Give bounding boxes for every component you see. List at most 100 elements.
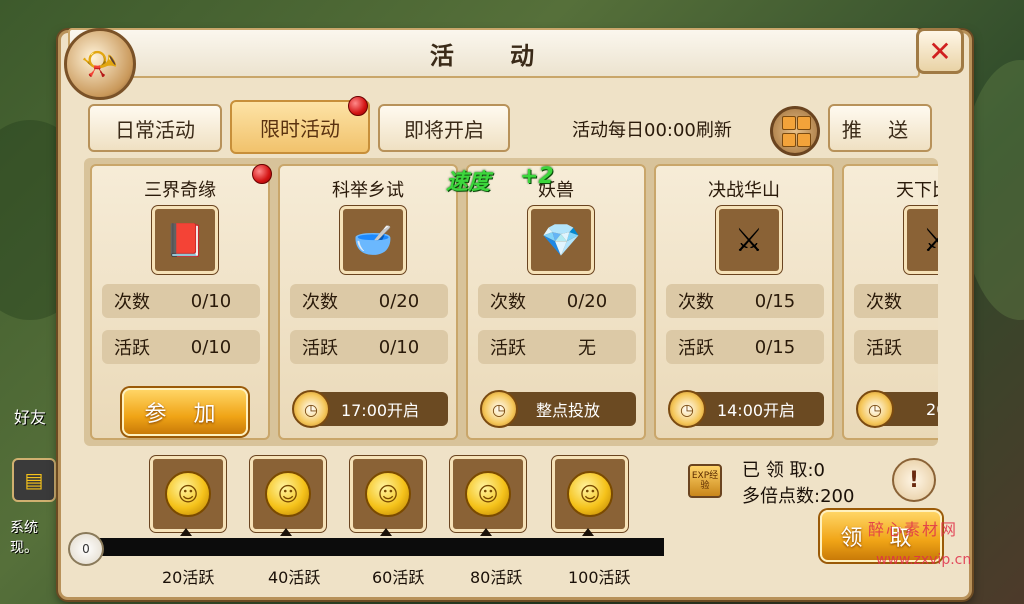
claimed-count: 已 领 取:0 [742, 460, 825, 481]
activity-card[interactable]: 决战华山 ⚔ 次数 0/15 活跃 0/15 14:00开启 ◷ [654, 164, 834, 440]
active-value: 0/10 [378, 336, 420, 358]
clock-icon: ◷ [480, 390, 518, 428]
exclamation-icon: ! [908, 467, 920, 493]
info-button[interactable]: ! [892, 458, 936, 502]
active-row: 活跃 0/10 [290, 330, 448, 364]
tier-label: 80活跃 [470, 568, 523, 587]
active-label: 活跃 [490, 338, 526, 359]
tier-marker [582, 528, 594, 536]
coin-icon: ☺ [365, 471, 411, 517]
tier-marker [480, 528, 492, 536]
count-value: 0/20 [566, 290, 608, 312]
tab-upcoming[interactable]: 即将开启 [378, 104, 510, 152]
active-label: 活跃 [302, 338, 338, 359]
active-label: 活跃 [114, 338, 150, 359]
activity-progress-bar [86, 538, 664, 556]
active-row: 活跃 0/10 [102, 330, 260, 364]
count-label: 次数 [490, 292, 526, 313]
count-value: 0/15 [754, 290, 796, 312]
book-icon: 📕 [152, 206, 218, 274]
active-row: 活跃 [854, 330, 938, 364]
card-title: 科举乡试 [332, 180, 404, 201]
notification-dot [252, 164, 272, 184]
friend-label[interactable]: 好友 [14, 404, 46, 428]
count-label: 次数 [678, 292, 714, 313]
active-row: 活跃 0/15 [666, 330, 824, 364]
start-time: 20:5 ◷ [856, 390, 938, 428]
start-time-text: 14:00开启 [688, 392, 824, 426]
active-value: 无 [578, 338, 596, 359]
menu-button[interactable] [770, 106, 820, 156]
count-row: 次数 0/15 [666, 284, 824, 318]
clock-icon: ◷ [292, 390, 330, 428]
tier-marker [180, 528, 192, 536]
active-value: 0/15 [754, 336, 796, 358]
card-title: 妖兽 [538, 180, 574, 201]
tier-marker [380, 528, 392, 536]
tier-label: 60活跃 [372, 568, 425, 587]
card-title: 天下比武 [896, 180, 938, 201]
coin-icon: ☺ [567, 471, 613, 517]
notification-dot [348, 96, 368, 116]
side-line-1: 系统 [10, 520, 38, 536]
reward-chest-20[interactable]: ☺ [150, 456, 226, 532]
tab-daily[interactable]: 日常活动 [88, 104, 222, 152]
activity-card[interactable]: 妖兽 💎 次数 0/20 活跃 无 整点投放 ◷ [466, 164, 646, 440]
count-value: 无 [914, 288, 938, 314]
active-label: 活跃 [866, 338, 902, 359]
count-row: 次数 0/10 [102, 284, 260, 318]
join-button[interactable]: 参 加 [122, 388, 248, 436]
tier-label: 20活跃 [162, 568, 215, 587]
clock-icon: ◷ [668, 390, 706, 428]
activity-card[interactable]: 三界奇缘 📕 次数 0/10 活跃 0/10 参 加 [90, 164, 270, 440]
activity-card[interactable]: 科举乡试 🥣 次数 0/20 活跃 0/10 17:00开启 ◷ [278, 164, 458, 440]
horn-icon: 📯 [64, 28, 136, 100]
reward-chest-100[interactable]: ☺ [552, 456, 628, 532]
close-button[interactable]: ✕ [916, 28, 964, 74]
page-title: 活 动 [429, 41, 559, 70]
tier-marker [280, 528, 292, 536]
tier-label: 100活跃 [568, 568, 631, 587]
push-button[interactable]: 推 送 [828, 104, 932, 152]
activity-list[interactable]: 三界奇缘 📕 次数 0/10 活跃 0/10 参 加 科举乡试 🥣 次数 0/2… [84, 158, 938, 446]
reward-chest-40[interactable]: ☺ [250, 456, 326, 532]
gem-icon: 💎 [528, 206, 594, 274]
coin-icon: ☺ [265, 471, 311, 517]
active-row: 活跃 无 [478, 330, 636, 364]
count-label: 次数 [114, 292, 150, 313]
crossed-swords-icon: ⚔ [716, 206, 782, 274]
count-value: 0/10 [190, 290, 232, 312]
coin-icon: ☺ [165, 471, 211, 517]
bowl-icon: 🥣 [340, 206, 406, 274]
count-row: 次数 无 [854, 284, 938, 318]
start-time: 14:00开启 ◷ [668, 390, 824, 428]
speed-label: 速度 [446, 170, 491, 195]
tier-label: 40活跃 [268, 568, 321, 587]
reward-chest-60[interactable]: ☺ [350, 456, 426, 532]
count-label: 次数 [866, 292, 902, 313]
count-row: 次数 0/20 [478, 284, 636, 318]
start-time: 整点投放 ◷ [480, 390, 636, 428]
watermark-text: 醉心素材网 [868, 520, 959, 539]
speed-value: +2 [520, 164, 554, 189]
crossed-swords-icon: ⚔ [904, 206, 938, 274]
count-label: 次数 [302, 292, 338, 313]
side-chat-text: 系统 现。 [10, 518, 38, 558]
chat-icon: ▤ [24, 468, 44, 492]
watermark-url: www.zxvip.cn [876, 552, 972, 568]
coin-icon: ☺ [465, 471, 511, 517]
reward-chest-80[interactable]: ☺ [450, 456, 526, 532]
activity-card[interactable]: 天下比武 ⚔ 次数 无 活跃 20:5 ◷ [842, 164, 938, 440]
close-icon: ✕ [928, 34, 952, 68]
refresh-text: 活动每日00:00刷新 [572, 120, 732, 141]
multiplier-points: 多倍点数:200 [742, 486, 855, 507]
clock-icon: ◷ [856, 390, 894, 428]
chat-button[interactable]: ▤ [12, 458, 56, 502]
card-title: 决战华山 [708, 180, 780, 201]
title-bar: 活 动 [68, 28, 920, 78]
side-line-2: 现。 [10, 540, 38, 556]
count-value: 0/20 [378, 290, 420, 312]
progress-start-value: 0 [68, 532, 104, 566]
count-row: 次数 0/20 [290, 284, 448, 318]
start-time-text: 整点投放 [500, 392, 636, 426]
